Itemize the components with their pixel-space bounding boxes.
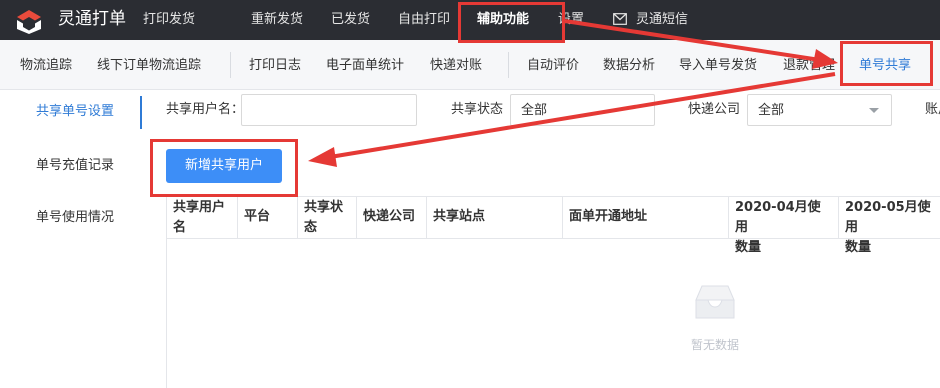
subnav-number-share[interactable]: 单号共享: [859, 57, 911, 75]
column-header: 2020-04月使用 数量: [729, 197, 839, 255]
topnav-sms[interactable]: 灵通短信: [636, 11, 688, 29]
subnav-logistics-tracking[interactable]: 物流追踪: [20, 57, 72, 75]
account-label: 账户: [925, 102, 940, 117]
subnav-auto-review[interactable]: 自动评价: [527, 57, 579, 75]
share-status-select[interactable]: 全部: [510, 94, 655, 126]
share-status-value: 全部: [521, 103, 548, 118]
side-active-indicator: [140, 96, 142, 129]
column-header: 2020-05月使用 数量: [845, 200, 931, 255]
subnav-divider: [230, 52, 231, 78]
topnav-reship[interactable]: 重新发货: [251, 11, 303, 29]
subnav-import-ship[interactable]: 导入单号发货: [679, 57, 757, 75]
topnav-print-ship[interactable]: 打印发货: [143, 11, 195, 29]
empty-inbox-icon: [695, 285, 735, 319]
side-usage-status[interactable]: 单号使用情况: [36, 209, 114, 227]
express-company-select[interactable]: 全部: [747, 94, 892, 126]
chevron-down-icon: [869, 108, 879, 113]
subnav-divider: [508, 52, 509, 78]
subnav-data-analysis[interactable]: 数据分析: [603, 57, 655, 75]
share-user-label: 共享用户名：: [166, 102, 245, 117]
topnav-shipped[interactable]: 已发货: [331, 11, 370, 29]
sub-navbar: 物流追踪 线下订单物流追踪 打印日志 电子面单统计 快递对账 自动评价 数据分析…: [0, 40, 940, 90]
express-company-value: 全部: [758, 103, 785, 118]
express-company-label: 快递公司: [688, 102, 741, 117]
subnav-waybill-stats[interactable]: 电子面单统计: [326, 57, 404, 75]
share-users-table: 共享用户 名 平台 共享状 态 快递公司 共享站点 面单开通地址 2020-04…: [166, 196, 940, 388]
share-user-input[interactable]: [241, 94, 417, 126]
table-header: 共享用户 名 平台 共享状 态 快递公司 共享站点 面单开通地址 2020-04…: [167, 197, 940, 255]
column-header: 共享站点: [427, 197, 563, 239]
subnav-offline-tracking[interactable]: 线下订单物流追踪: [97, 57, 201, 75]
column-header: 面单开通地址: [563, 197, 729, 239]
column-header: 平台: [238, 197, 298, 239]
topnav-free-print[interactable]: 自由打印: [398, 11, 450, 29]
column-header: 快递公司: [357, 197, 427, 239]
topnav-settings[interactable]: 设置: [558, 11, 584, 29]
side-share-settings[interactable]: 共享单号设置: [36, 103, 114, 121]
add-share-user-button[interactable]: 新增共享用户: [166, 149, 282, 183]
share-status-label: 共享状态: [451, 102, 504, 117]
empty-state-text: 暂无数据: [691, 338, 740, 352]
subnav-express-reconcile[interactable]: 快递对账: [430, 57, 482, 75]
column-header: 共享状 态: [298, 197, 357, 239]
column-header: 共享用户 名: [167, 197, 238, 239]
subnav-refund-manage[interactable]: 退款管理: [783, 57, 835, 75]
topnav-assist-tools[interactable]: 辅助功能: [477, 11, 529, 29]
side-recharge-records[interactable]: 单号充值记录: [36, 157, 114, 175]
logo-icon: [17, 10, 41, 34]
subnav-print-log[interactable]: 打印日志: [249, 57, 301, 75]
brand-name: 灵通打单: [58, 9, 126, 29]
top-navbar: 灵通打单 打印发货 重新发货 已发货 自由打印 辅助功能 设置 灵通短信: [0, 0, 940, 40]
mail-icon: [613, 13, 627, 25]
